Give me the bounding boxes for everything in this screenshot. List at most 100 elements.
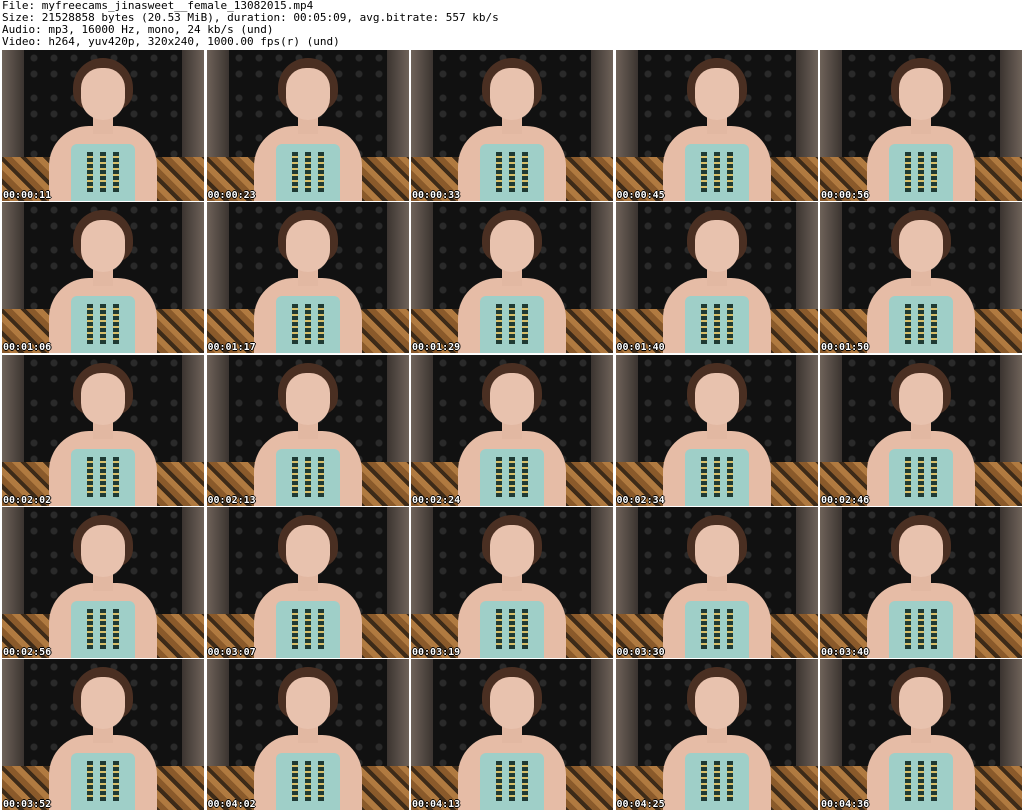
person-figure <box>657 513 777 658</box>
video-frame-thumbnail: 00:01:50 <box>820 202 1022 354</box>
top-stripe <box>113 456 119 497</box>
top-stripe <box>496 304 502 345</box>
top-stripe <box>905 761 911 801</box>
person-figure <box>43 208 163 354</box>
frame-timestamp: 00:00:23 <box>207 190 256 201</box>
video-frame-thumbnail: 00:04:36 <box>820 659 1022 810</box>
face <box>694 677 739 729</box>
video-frame-thumbnail: 00:00:45 <box>615 50 818 201</box>
face <box>899 677 943 729</box>
top-stripe <box>304 152 311 192</box>
top-stripe <box>87 608 93 649</box>
video-frame-thumbnail: 00:01:40 <box>615 202 818 354</box>
top-stripe <box>522 761 528 801</box>
top-stripe <box>918 456 924 497</box>
video-frame-thumbnail: 00:00:11 <box>2 50 204 201</box>
person-figure <box>248 56 368 201</box>
top-stripe <box>100 152 106 192</box>
top-stripe <box>713 761 720 801</box>
person-figure <box>657 361 777 506</box>
top-stripe <box>918 608 924 649</box>
top-stripe <box>905 304 911 345</box>
top-stripe <box>509 304 515 345</box>
frame-timestamp: 00:04:36 <box>821 799 870 810</box>
face <box>490 220 534 273</box>
video-frame-thumbnail: 00:02:02 <box>2 354 204 506</box>
person-figure <box>248 208 368 354</box>
person-figure <box>248 361 368 506</box>
video-frame-thumbnail: 00:02:34 <box>615 354 818 506</box>
frame-timestamp: 00:04:13 <box>412 799 461 810</box>
face <box>81 372 125 425</box>
video-info-line: Video: h264, yuv420p, 320x240, 1000.00 f… <box>2 36 340 48</box>
top-stripe <box>291 456 298 497</box>
face <box>81 524 125 577</box>
face <box>694 220 739 273</box>
top-stripe <box>713 456 720 497</box>
file-name-line: File: myfreecams_jinasweet__female_13082… <box>2 0 314 12</box>
face <box>490 677 534 729</box>
frame-timestamp: 00:01:17 <box>207 342 256 354</box>
top-stripe <box>113 608 119 649</box>
frame-timestamp: 00:04:02 <box>207 799 256 810</box>
top-stripe <box>905 152 911 192</box>
person-figure <box>43 56 163 201</box>
frame-timestamp: 00:01:06 <box>3 342 52 354</box>
top-stripe <box>113 761 119 801</box>
top-stripe <box>113 152 119 192</box>
person-figure <box>43 361 163 506</box>
top-stripe <box>100 304 106 345</box>
top-stripe <box>700 761 707 801</box>
person-figure <box>248 513 368 658</box>
top-stripe <box>509 761 515 801</box>
top-stripe <box>496 608 502 649</box>
top-stripe <box>100 761 106 801</box>
top-stripe <box>931 761 937 801</box>
top-stripe <box>87 152 93 192</box>
person-figure <box>452 361 572 506</box>
top-stripe <box>713 608 720 649</box>
video-frame-thumbnail: 00:00:33 <box>411 50 613 201</box>
face <box>694 524 739 577</box>
top-stripe <box>509 152 515 192</box>
top-stripe <box>713 152 720 192</box>
file-size-line: Size: 21528858 bytes (20.53 MiB), durati… <box>2 12 499 24</box>
frame-timestamp: 00:02:02 <box>3 494 52 506</box>
top-stripe <box>726 152 733 192</box>
top-stripe <box>291 761 298 801</box>
face <box>694 68 739 120</box>
face <box>899 524 943 577</box>
person-figure <box>43 665 163 810</box>
frame-timestamp: 00:02:46 <box>821 494 870 506</box>
video-frame-thumbnail: 00:04:25 <box>615 659 818 810</box>
face <box>490 68 534 120</box>
top-stripe <box>522 152 528 192</box>
face <box>694 372 739 425</box>
video-frame-thumbnail: 00:03:40 <box>820 506 1022 658</box>
top-stripe <box>700 304 707 345</box>
top-stripe <box>509 608 515 649</box>
frame-timestamp: 00:02:34 <box>616 494 665 506</box>
video-frame-thumbnail: 00:00:56 <box>820 50 1022 201</box>
top-stripe <box>87 456 93 497</box>
person-figure <box>43 513 163 658</box>
thumbnail-grid: 00:00:11 00:00:23 00:00:33 00:00:45 00:00:56… <box>2 50 1022 810</box>
top-stripe <box>918 761 924 801</box>
frame-timestamp: 00:03:52 <box>3 799 52 810</box>
video-frame-thumbnail: 00:03:30 <box>615 506 818 658</box>
face <box>490 524 534 577</box>
video-frame-thumbnail: 00:03:19 <box>411 506 613 658</box>
top-stripe <box>496 152 502 192</box>
person-figure <box>452 208 572 354</box>
top-stripe <box>291 152 298 192</box>
person-figure <box>452 56 572 201</box>
frame-timestamp: 00:02:56 <box>3 646 52 658</box>
video-frame-thumbnail: 00:03:07 <box>206 506 409 658</box>
face <box>285 220 330 273</box>
face <box>285 524 330 577</box>
face <box>285 677 330 729</box>
person-figure <box>657 208 777 354</box>
top-stripe <box>304 761 311 801</box>
top-stripe <box>726 304 733 345</box>
face <box>81 677 125 729</box>
